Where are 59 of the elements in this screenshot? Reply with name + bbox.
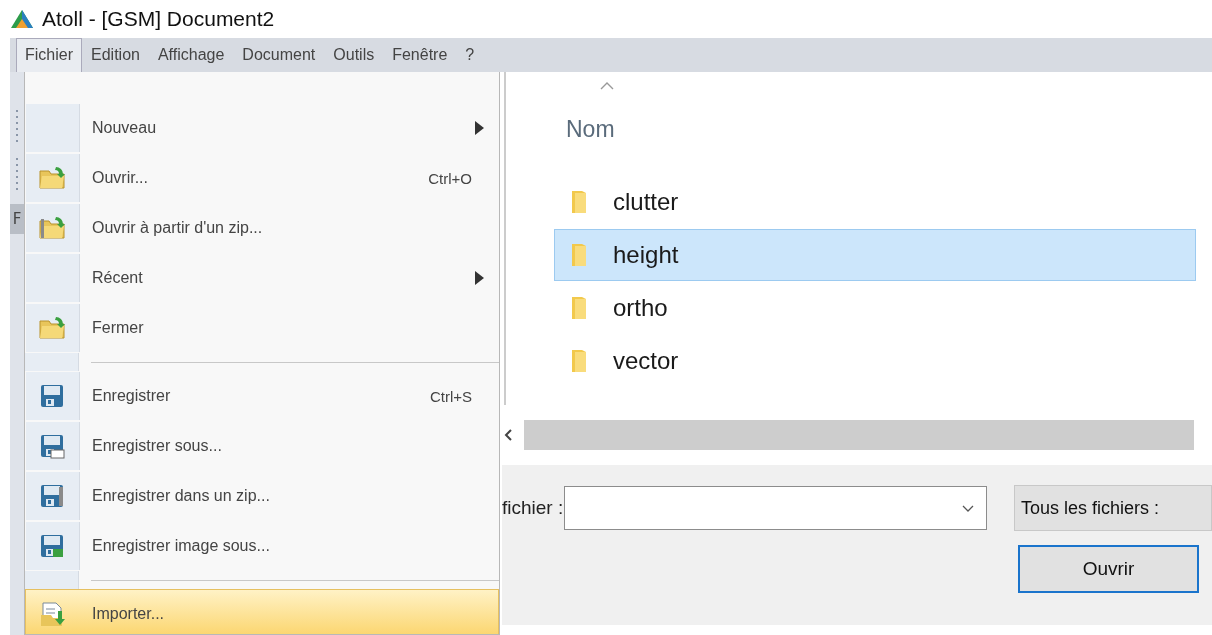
folder-name: clutter [613,188,679,216]
folder-icon [38,315,67,341]
menu-bar-item[interactable]: Affichage [148,38,234,72]
grip-icon [15,108,19,144]
menu-item[interactable]: Enregistrer image sous... [25,521,499,571]
menu-item-label: Enregistrer sous... [92,437,223,455]
folder-row[interactable]: clutter [554,176,1196,228]
import-icon [38,601,67,627]
menu-bar-item[interactable]: Fichier [16,38,82,72]
menu-item-label: Enregistrer dans un zip... [92,487,271,505]
folder-icon [571,295,587,321]
open-folder-icon [38,165,67,191]
window-title: Atoll - [GSM] Document2 [42,7,275,31]
menu-bar-item[interactable]: Outils [324,38,384,72]
file-name-field[interactable] [564,486,987,530]
menu-item-label: Importer... [92,605,166,623]
menu-item-label: Nouveau [92,119,158,137]
folder-name: height [613,241,679,269]
zip-folder-icon [38,215,67,241]
folder-row[interactable]: ortho [554,282,1196,334]
grip-icon [15,156,19,192]
menu-bar-item[interactable]: ? [456,38,484,72]
folder-name: vector [613,347,679,375]
menu-item-label: Enregistrer [92,387,172,405]
folder-row[interactable]: vector [554,335,1196,387]
menu-item-label: Ouvrir... [92,169,149,187]
menu-item[interactable]: Fermer [25,303,499,353]
folder-name: ortho [613,294,668,322]
folder-row[interactable]: height [554,229,1196,281]
menu-item-label: Récent [92,269,144,287]
menu-item[interactable]: Importer... [25,589,499,634]
panel-tab[interactable]: F [10,204,24,234]
menu-item[interactable]: Ouvrir... Ctrl+O [25,153,499,203]
menu-item[interactable]: Récent [25,253,499,303]
scroll-left-icon [504,429,512,441]
open-button[interactable]: Ouvrir [1018,545,1199,593]
menu-item-label: Ouvrir à partir d'un zip... [92,219,264,237]
folder-icon [571,189,587,215]
column-header[interactable]: Nom [566,116,615,143]
menu-item[interactable]: Ouvrir à partir d'un zip... [25,203,499,253]
scrollbar-thumb[interactable] [524,420,1194,450]
menu-item[interactable]: Enregistrer Ctrl+S [25,371,499,421]
dropdown-caret-icon [962,504,974,512]
menu-item[interactable]: Enregistrer sous... [25,421,499,471]
menu-item-label: Fermer [92,319,145,337]
field-label: fichier : [502,497,562,519]
menu-item-label: Enregistrer image sous... [92,537,271,555]
shortcut-label: Ctrl+S [429,387,472,405]
folder-icon [571,242,587,268]
app-logo-icon [10,9,34,29]
menu-item[interactable]: Nouveau [25,103,499,153]
menu-bar-item[interactable]: Fenêtre [383,38,457,72]
file-type-dropdown[interactable]: Tous les fichiers : [1014,485,1212,531]
menu-bar-item[interactable]: Edition [82,38,149,72]
shortcut-label: Ctrl+O [428,169,472,187]
folder-icon [571,348,587,374]
menu-item[interactable]: Enregistrer dans un zip... [25,471,499,521]
menu-bar-item[interactable]: Document [233,38,325,72]
save-as-icon [38,433,67,459]
